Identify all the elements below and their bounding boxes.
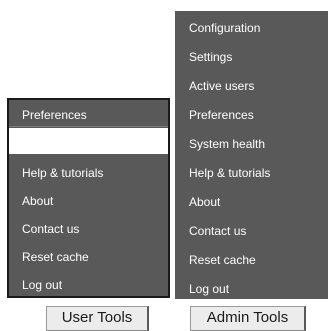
admin-menu-item-about[interactable]: About [175, 195, 328, 209]
admin-menu-item-reset-cache[interactable]: Reset cache [175, 253, 328, 267]
admin-menu-item-preferences[interactable]: Preferences [175, 108, 328, 122]
admin-menu-item-help-tutorials[interactable]: Help & tutorials [175, 166, 328, 180]
admin-menu-item-active-users[interactable]: Active users [175, 79, 328, 93]
user-menu-item-about[interactable]: About [9, 194, 168, 208]
user-tools-caption[interactable]: User Tools [46, 306, 149, 331]
admin-tools-caption[interactable]: Admin Tools [190, 306, 306, 331]
admin-menu-item-log-out[interactable]: Log out [175, 282, 328, 296]
user-menu-input-field[interactable] [9, 128, 168, 154]
menu-separator [9, 126, 168, 127]
admin-menu-item-settings[interactable]: Settings [175, 50, 328, 64]
user-menu-item-log-out[interactable]: Log out [9, 278, 168, 292]
admin-menu-item-contact-us[interactable]: Contact us [175, 224, 328, 238]
admin-tools-menu: Configuration Settings Active users Pref… [175, 11, 328, 299]
user-menu-item-reset-cache[interactable]: Reset cache [9, 250, 168, 264]
user-menu-item-contact-us[interactable]: Contact us [9, 222, 168, 236]
user-menu-item-help-tutorials[interactable]: Help & tutorials [9, 166, 168, 180]
user-tools-menu: Preferences Help & tutorials About Conta… [7, 98, 170, 298]
admin-menu-item-configuration[interactable]: Configuration [175, 21, 328, 35]
user-menu-item-preferences[interactable]: Preferences [9, 108, 168, 122]
admin-menu-item-system-health[interactable]: System health [175, 137, 328, 151]
